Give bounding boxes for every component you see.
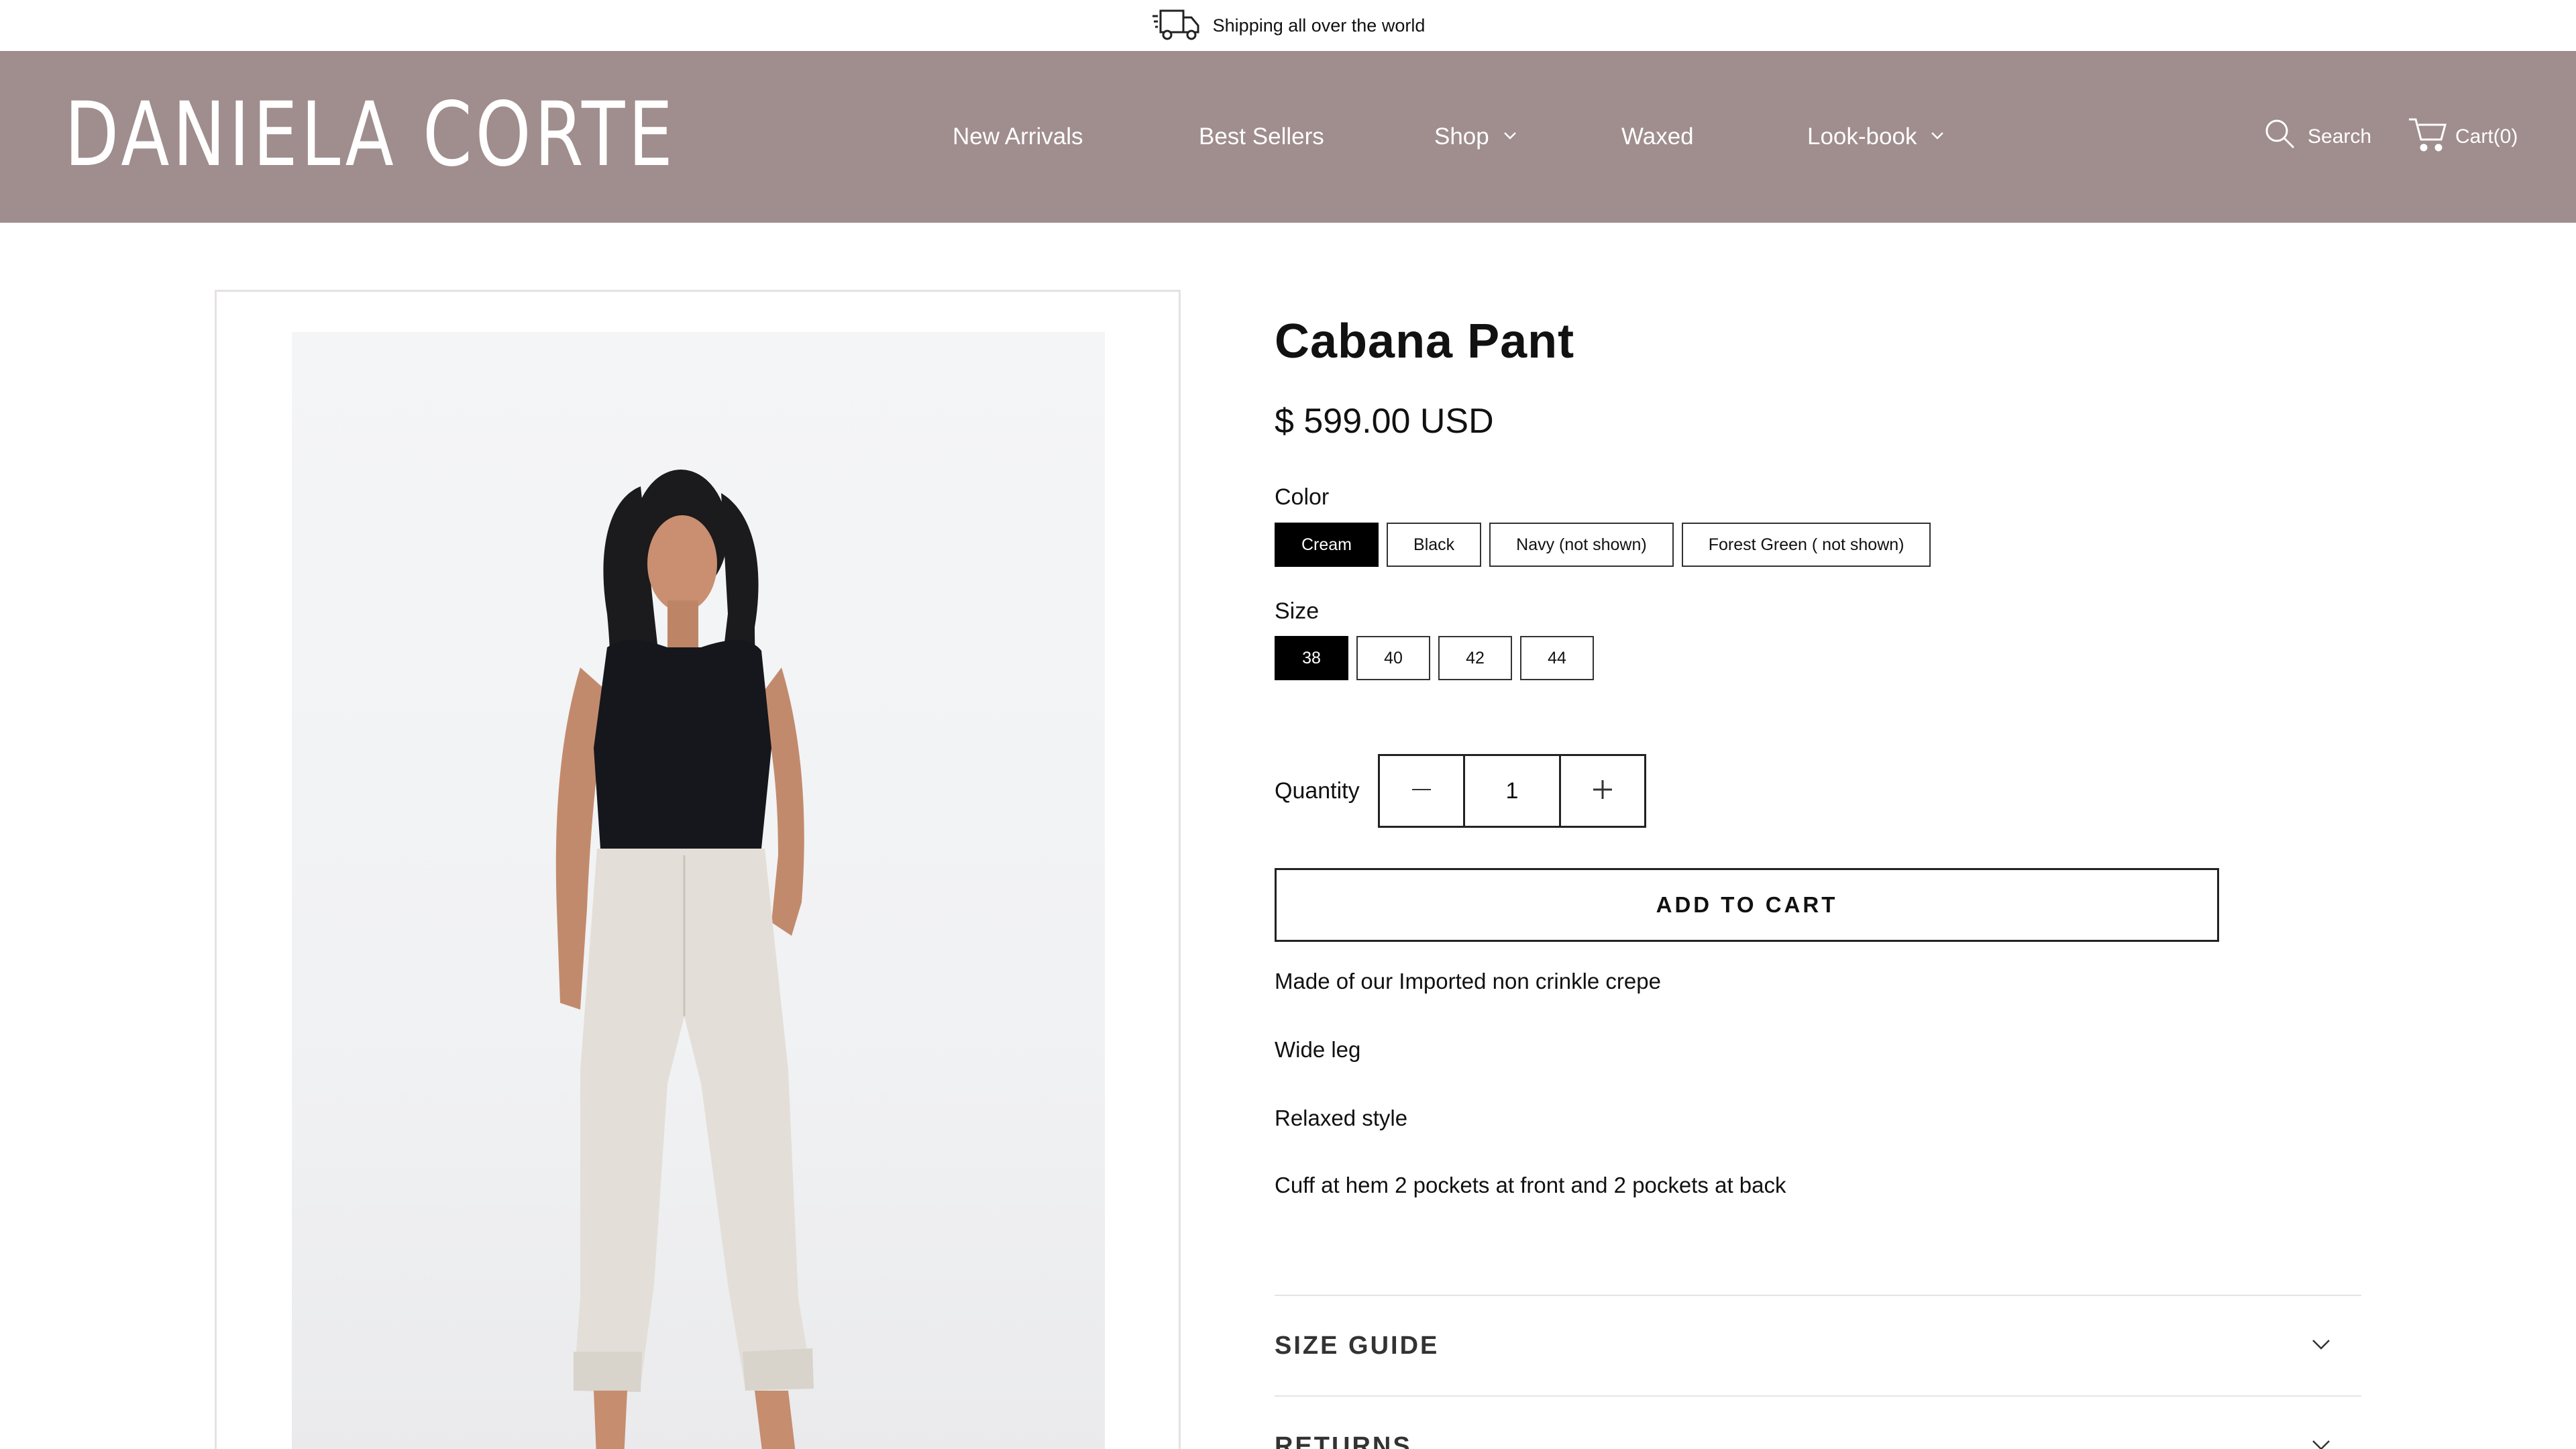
chevron-down-icon [2308, 1432, 2361, 1449]
add-to-cart-button[interactable]: ADD TO CART [1275, 868, 2219, 942]
product-gallery [215, 290, 1181, 1449]
brand-logo[interactable]: DANIELA CORTE [64, 83, 676, 186]
product-title: Cabana Pant [1275, 315, 1575, 368]
minus-icon [1409, 777, 1434, 805]
size-option-40[interactable]: 40 [1356, 636, 1430, 680]
color-label: Color [1275, 484, 1330, 510]
quantity-increase-button[interactable] [1561, 756, 1644, 826]
accordion-size-guide[interactable]: SIZE GUIDE [1275, 1295, 2361, 1395]
nav-item-label: Look-book [1807, 123, 1917, 150]
announcement-bar: Shipping all over the world [0, 0, 2576, 51]
accordion-returns[interactable]: RETURNS [1275, 1395, 2361, 1449]
size-label: Size [1275, 598, 1320, 624]
quantity-decrease-button[interactable] [1380, 756, 1463, 826]
accordion-title: SIZE GUIDE [1275, 1331, 1440, 1360]
nav-item-label: Best Sellers [1199, 123, 1324, 150]
truck-icon [1151, 5, 1202, 46]
description-line: Cuff at hem 2 pockets at front and 2 poc… [1275, 1173, 1786, 1197]
description-line: Wide leg [1275, 1037, 1361, 1062]
size-option-38[interactable]: 38 [1275, 636, 1348, 680]
nav-item-look-book[interactable]: Look-book [1807, 51, 1946, 223]
color-option-black[interactable]: Black [1387, 523, 1482, 567]
quantity-label: Quantity [1275, 778, 1360, 804]
announcement-text: Shipping all over the world [1212, 15, 1426, 36]
cart-label: Cart(0) [2455, 125, 2518, 148]
cart-icon [2407, 115, 2449, 158]
chevron-down-icon [2308, 1331, 2361, 1361]
nav-item-label: Shop [1434, 123, 1489, 150]
description-line: Made of our Imported non crinkle crepe [1275, 969, 1661, 994]
nav-item-label: Waxed [1621, 123, 1694, 150]
product-photo[interactable] [292, 332, 1105, 1449]
size-option-42[interactable]: 42 [1438, 636, 1512, 680]
color-option-navy[interactable]: Navy (not shown) [1489, 523, 1674, 567]
quantity-input[interactable]: 1 [1463, 756, 1561, 826]
model-figure [555, 470, 814, 1449]
nav-item-shop[interactable]: Shop [1434, 51, 1519, 223]
size-option-44[interactable]: 44 [1520, 636, 1594, 680]
search-icon [2263, 117, 2297, 156]
color-option-forest-green[interactable]: Forest Green ( not shown) [1681, 523, 1931, 567]
nav-item-waxed[interactable]: Waxed [1621, 51, 1694, 223]
product-price: $ 599.00 USD [1275, 402, 1494, 441]
site-header: DANIELA CORTE New Arrivals Best Sellers … [0, 51, 2576, 223]
size-options: 38 40 42 44 [1275, 636, 1594, 680]
chevron-down-icon [1501, 123, 1519, 150]
search-label: Search [2308, 125, 2372, 148]
accordion-title: RETURNS [1275, 1432, 1412, 1449]
nav-item-label: New Arrivals [953, 123, 1083, 150]
color-option-cream[interactable]: Cream [1275, 523, 1379, 567]
chevron-down-icon [1929, 123, 1946, 150]
description-line: Relaxed style [1275, 1106, 1408, 1130]
nav-item-best-sellers[interactable]: Best Sellers [1199, 51, 1324, 223]
quantity-stepper: 1 [1378, 754, 1646, 828]
plus-icon [1591, 777, 1615, 805]
nav-item-new-arrivals[interactable]: New Arrivals [953, 51, 1083, 223]
search-button[interactable]: Search [2263, 51, 2371, 223]
cart-button[interactable]: Cart(0) [2407, 51, 2518, 223]
color-options: Cream Black Navy (not shown) Forest Gree… [1275, 523, 1931, 567]
